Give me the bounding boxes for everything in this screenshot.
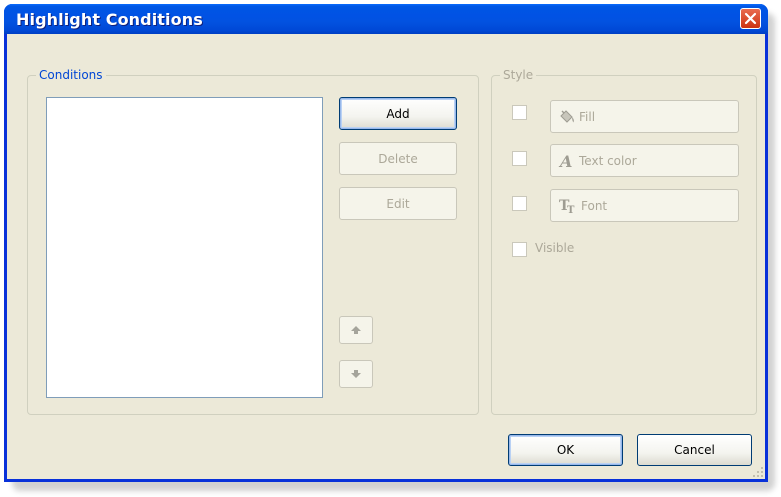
close-button[interactable] [740, 8, 761, 29]
title-bar[interactable]: Highlight Conditions [4, 4, 768, 34]
ok-button[interactable]: OK [508, 434, 623, 466]
delete-button[interactable]: Delete [339, 142, 457, 175]
add-button-label: Add [386, 106, 410, 121]
resize-grip-icon[interactable] [752, 466, 764, 478]
conditions-list[interactable] [46, 97, 323, 398]
paint-bucket-icon [560, 109, 574, 123]
fill-button[interactable]: Fill [550, 100, 739, 133]
cancel-button-label: Cancel [674, 443, 715, 457]
dialog-window: Highlight Conditions Conditions Add Dele… [4, 4, 768, 482]
visible-label: Visible [535, 241, 575, 255]
svg-text:A: A [558, 153, 572, 169]
font-icon: T T [559, 198, 575, 214]
font-button-label: Font [581, 198, 608, 213]
text-color-icon: A [558, 153, 572, 169]
text-color-button-label: Text color [579, 153, 637, 168]
dialog-body: Conditions Add Delete Edit Style Fill A … [7, 34, 765, 479]
add-button[interactable]: Add [339, 97, 457, 130]
cancel-button[interactable]: Cancel [637, 434, 752, 466]
text-color-button[interactable]: A Text color [550, 144, 739, 177]
edit-button[interactable]: Edit [339, 187, 457, 220]
window-title: Highlight Conditions [16, 10, 203, 29]
conditions-legend: Conditions [39, 68, 103, 82]
text-color-checkbox[interactable] [512, 151, 527, 166]
fill-button-label: Fill [579, 109, 596, 124]
svg-text:T: T [567, 205, 575, 214]
fill-checkbox[interactable] [512, 105, 527, 120]
font-button[interactable]: T T Font [550, 189, 739, 222]
arrow-up-icon [351, 326, 361, 334]
arrow-down-icon [351, 370, 361, 378]
close-icon [744, 12, 757, 25]
move-up-button[interactable] [339, 316, 373, 344]
ok-button-label: OK [556, 443, 575, 457]
style-legend: Style [503, 68, 534, 82]
visible-checkbox[interactable] [512, 242, 527, 257]
edit-button-label: Edit [386, 196, 410, 211]
move-down-button[interactable] [339, 360, 373, 388]
delete-button-label: Delete [378, 151, 418, 166]
font-checkbox[interactable] [512, 196, 527, 211]
